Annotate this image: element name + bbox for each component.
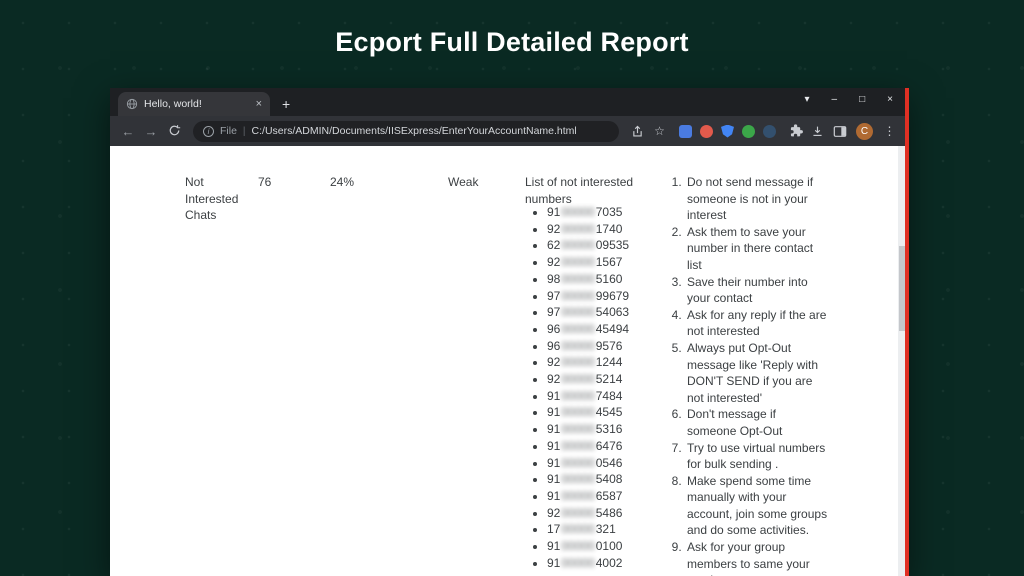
- download-icon[interactable]: [808, 125, 827, 138]
- maximize-icon[interactable]: □: [859, 94, 865, 105]
- tab-title: Hello, world!: [144, 98, 250, 110]
- report-page-content: Not Interested Chats 76 24% Weak List of…: [110, 146, 907, 576]
- phone-number-item: 960000045494: [547, 321, 629, 338]
- share-icon[interactable]: [628, 125, 647, 138]
- new-tab-button[interactable]: +: [282, 97, 290, 111]
- browser-toolbar: ← → i File | C:/Users/ADMIN/Documents/II…: [110, 116, 907, 146]
- extensions-puzzle-icon[interactable]: [786, 124, 805, 138]
- phone-number-item: 91000005316: [547, 421, 629, 438]
- phone-number-item: 92000001740: [547, 221, 629, 238]
- phone-number-item: 91000005408: [547, 471, 629, 488]
- phone-number-item: 98000005160: [547, 271, 629, 288]
- reload-icon[interactable]: [164, 124, 184, 139]
- info-icon[interactable]: i: [203, 126, 214, 137]
- page-title: Ecport Full Detailed Report: [0, 27, 1024, 58]
- tab-strip: Hello, world! × + ▾ – □ ×: [110, 88, 907, 116]
- tip-item: Ask them to save your number in there co…: [685, 224, 828, 274]
- phone-number-item: 91000004002: [547, 555, 629, 572]
- tip-item: Always put Opt-Out message like 'Reply w…: [685, 340, 828, 406]
- phone-number-item: 91000007035: [547, 204, 629, 221]
- extension-icon-blue-square[interactable]: [679, 125, 692, 138]
- browser-tab[interactable]: Hello, world! ×: [118, 92, 270, 116]
- row-count: 76: [258, 174, 271, 191]
- window-controls: ▾ – □ ×: [805, 94, 893, 105]
- profile-avatar[interactable]: C: [856, 123, 873, 140]
- extensions-cluster: [675, 125, 780, 138]
- address-divider: |: [243, 126, 246, 137]
- extension-icon-green-circle[interactable]: [742, 125, 755, 138]
- phone-number-item: 970000054063: [547, 304, 629, 321]
- phone-number-item: 91000000546: [547, 455, 629, 472]
- extension-icon-blue-shield[interactable]: [721, 125, 734, 138]
- phone-number-item: 92000005214: [547, 371, 629, 388]
- phone-number-item: 92000001244: [547, 354, 629, 371]
- numbers-list-title: List of not interested numbers: [525, 174, 640, 207]
- side-panel-icon[interactable]: [830, 125, 849, 138]
- phone-number-item: 91000006587: [547, 488, 629, 505]
- phone-number-item: 96000009576: [547, 338, 629, 355]
- row-strength: Weak: [448, 174, 478, 191]
- browser-window: Hello, world! × + ▾ – □ × ← → i File | C…: [110, 88, 907, 576]
- minimize-icon[interactable]: –: [832, 94, 838, 105]
- tip-item: Ask for any reply if the are not interes…: [685, 307, 828, 340]
- address-scheme: File: [220, 125, 237, 137]
- close-icon[interactable]: ×: [887, 94, 893, 105]
- tip-item: Don't message if someone Opt-Out: [685, 406, 828, 439]
- phone-number-item: 92000001567: [547, 254, 629, 271]
- tip-item: Do not send message if someone is not in…: [685, 174, 828, 224]
- forward-icon[interactable]: →: [141, 125, 161, 138]
- phone-number-item: 1700000321: [547, 521, 629, 538]
- phone-number-item: 92000005486: [547, 505, 629, 522]
- tip-item: Save their number into your contact: [685, 274, 828, 307]
- row-label: Not Interested Chats: [185, 174, 247, 224]
- globe-favicon-icon: [126, 98, 138, 110]
- window-menu-chevron-icon[interactable]: ▾: [805, 94, 810, 105]
- tip-item: Ask for your group members to same your …: [685, 539, 828, 576]
- address-bar[interactable]: i File | C:/Users/ADMIN/Documents/IISExp…: [193, 121, 619, 142]
- kebab-menu-icon[interactable]: ⋮: [880, 125, 899, 137]
- phone-number-item: 970000099679: [547, 288, 629, 305]
- red-border-line: [905, 88, 909, 576]
- numbers-list: 9100000703592000001740620000009535920000…: [531, 204, 629, 571]
- bookmark-star-icon[interactable]: ☆: [650, 125, 669, 137]
- tip-item: Try to use virtual numbers for bulk send…: [685, 440, 828, 473]
- phone-number-item: 91000004545: [547, 404, 629, 421]
- phone-number-item: 91000000100: [547, 538, 629, 555]
- tip-item: Make spend some time manually with your …: [685, 473, 828, 539]
- back-icon[interactable]: ←: [118, 125, 138, 138]
- address-path: C:/Users/ADMIN/Documents/IISExpress/Ente…: [252, 125, 577, 137]
- phone-number-item: 91000007484: [547, 388, 629, 405]
- extension-icon-red-circle[interactable]: [700, 125, 713, 138]
- phone-number-item: 91000006476: [547, 438, 629, 455]
- tips-list: Do not send message if someone is not in…: [670, 174, 828, 576]
- phone-number-item: 620000009535: [547, 237, 629, 254]
- row-percent: 24%: [330, 174, 354, 191]
- extension-icon-navy-circle[interactable]: [763, 125, 776, 138]
- tab-close-icon[interactable]: ×: [256, 98, 262, 110]
